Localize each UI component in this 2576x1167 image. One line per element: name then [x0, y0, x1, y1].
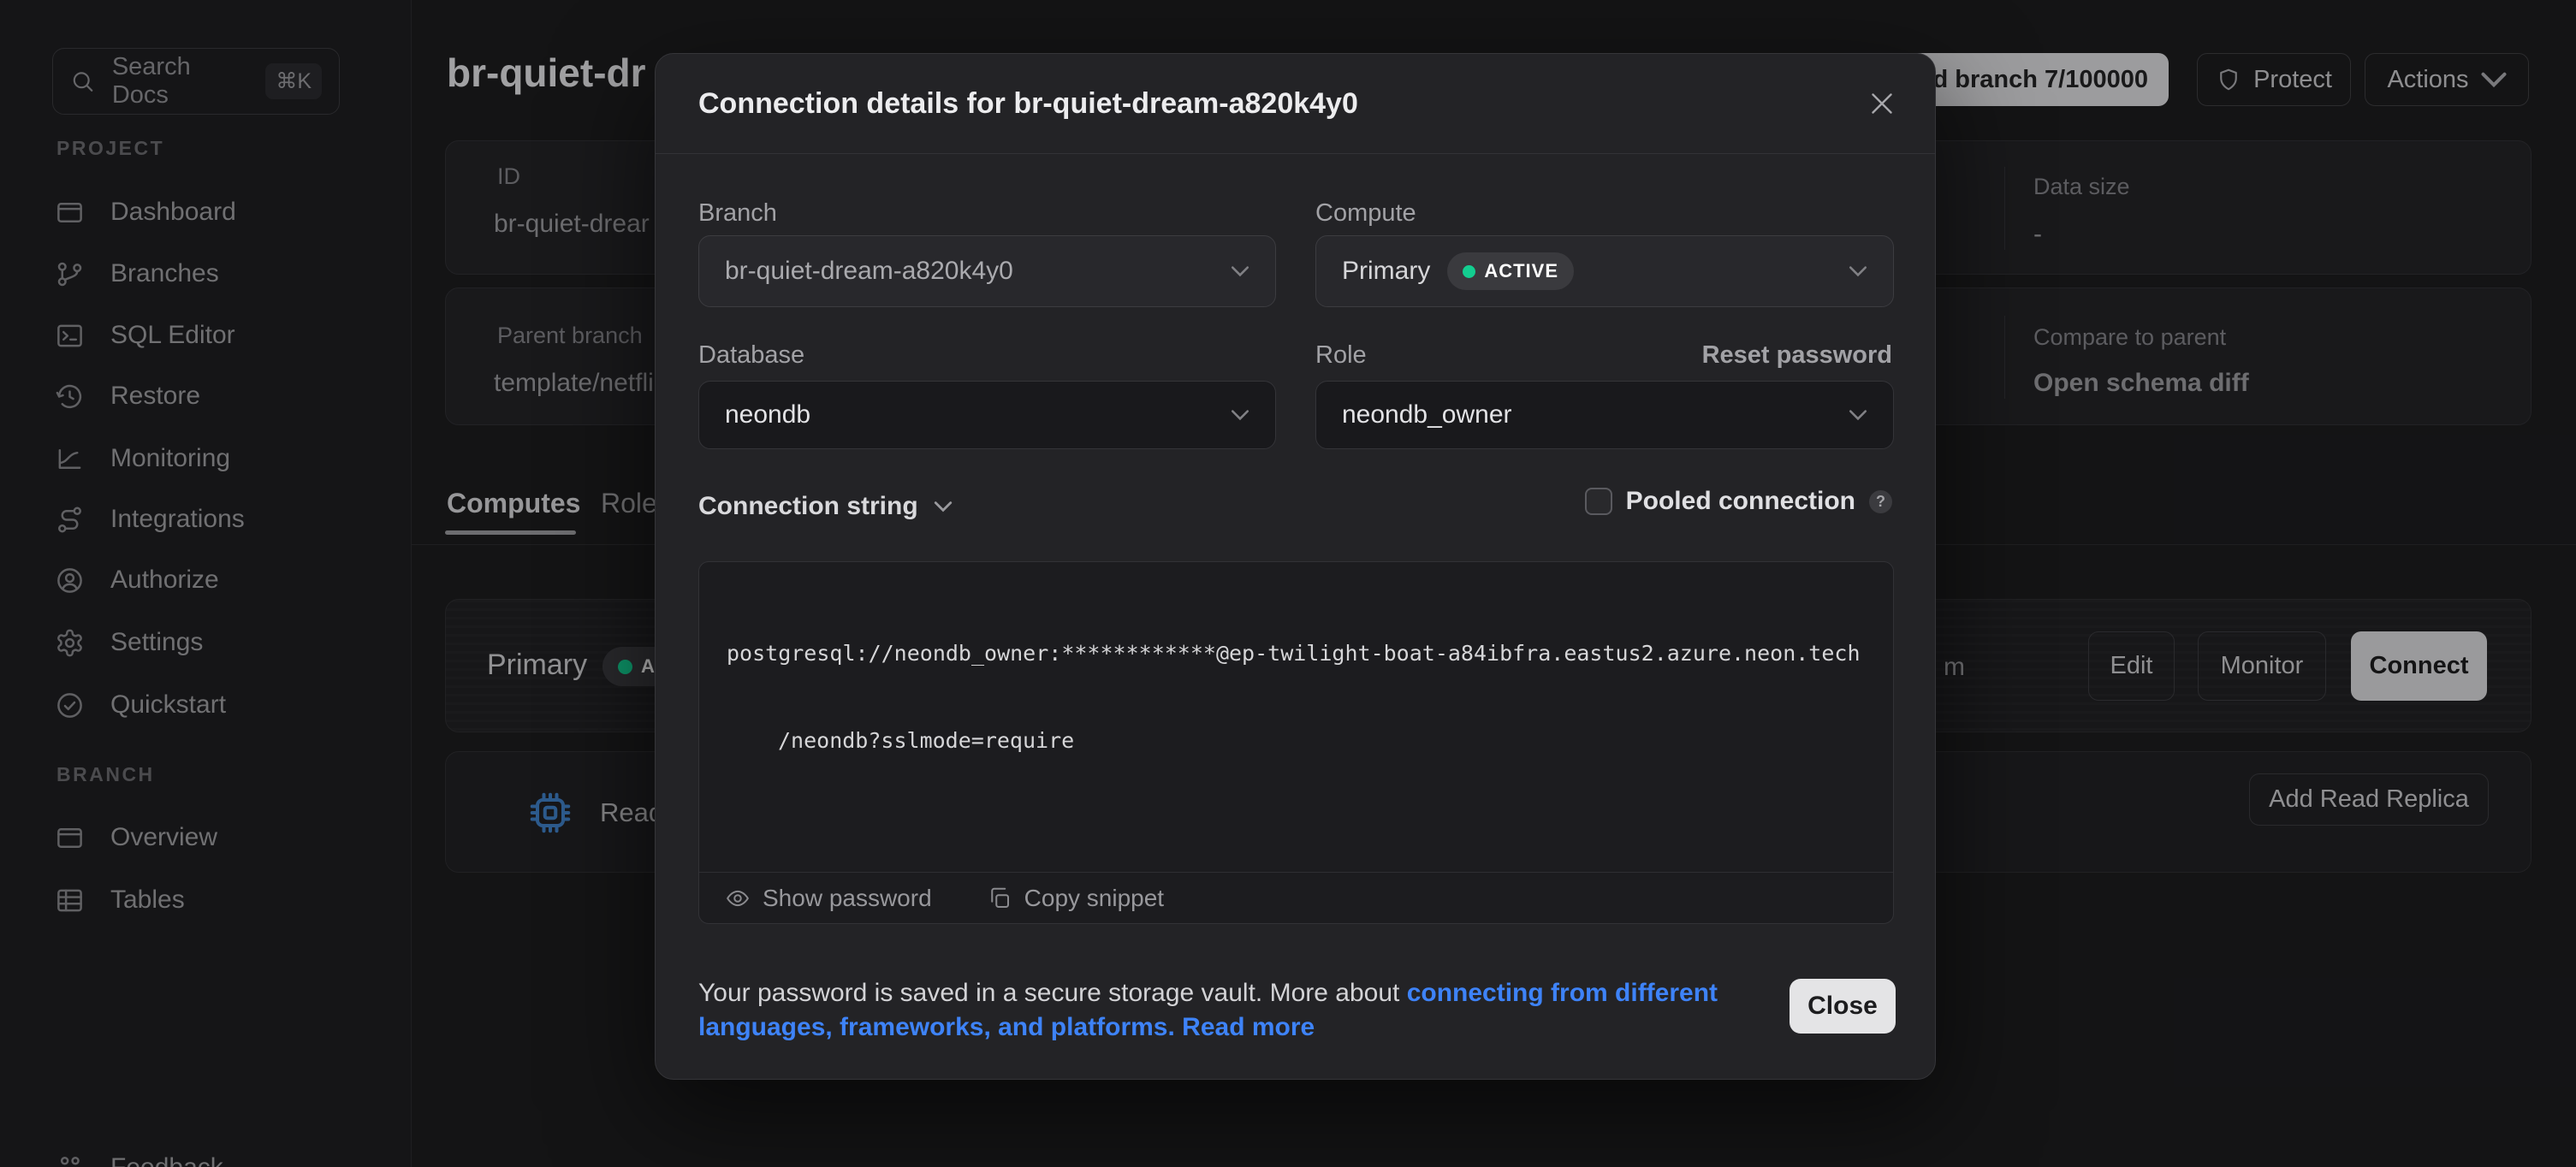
- active-dot-icon: [1463, 265, 1475, 278]
- chevron-down-icon: [934, 501, 953, 512]
- code-footer-bar: Show password Copy snippet: [699, 872, 1893, 923]
- copy-snippet-label: Copy snippet: [1024, 885, 1164, 912]
- connection-string-toggle[interactable]: Connection string: [698, 492, 953, 521]
- close-button[interactable]: Close: [1790, 979, 1896, 1034]
- role-select[interactable]: neondb_owner: [1315, 381, 1894, 449]
- eye-icon: [725, 886, 751, 911]
- vault-note-text: Your password is saved in a secure stora…: [698, 979, 1407, 1007]
- read-more-link[interactable]: Read more: [1182, 1013, 1315, 1041]
- database-select-value: neondb: [725, 400, 810, 429]
- copy-icon: [987, 886, 1012, 911]
- chevron-down-icon: [1231, 409, 1249, 421]
- database-label: Database: [698, 341, 804, 370]
- show-password-label: Show password: [763, 885, 932, 912]
- modal-header-divider: [656, 153, 1935, 154]
- chevron-down-icon: [1231, 265, 1249, 277]
- compute-label: Compute: [1315, 199, 1416, 228]
- reset-password-link[interactable]: Reset password: [1702, 341, 1892, 370]
- pooled-connection-label: Pooled connection: [1626, 487, 1855, 516]
- compute-select[interactable]: Primary ACTIVE: [1315, 235, 1894, 307]
- branch-select[interactable]: br-quiet-dream-a820k4y0: [698, 235, 1276, 307]
- connection-details-modal: Connection details for br-quiet-dream-a8…: [655, 53, 1936, 1080]
- show-password-button[interactable]: Show password: [725, 885, 932, 912]
- close-icon[interactable]: [1867, 88, 1897, 119]
- copy-snippet-button[interactable]: Copy snippet: [987, 885, 1164, 912]
- role-select-value: neondb_owner: [1342, 400, 1512, 429]
- role-label: Role: [1315, 341, 1367, 370]
- connection-string-label: Connection string: [698, 492, 918, 521]
- connection-string-block: postgresql://neondb_owner:************@e…: [698, 561, 1894, 924]
- connection-string-line1: postgresql://neondb_owner:************@e…: [727, 639, 1876, 668]
- chevron-down-icon: [1849, 409, 1867, 421]
- compute-status-badge: ACTIVE: [1447, 252, 1574, 290]
- help-icon[interactable]: ?: [1869, 490, 1892, 513]
- chevron-down-icon: [1849, 265, 1867, 277]
- branch-select-value: br-quiet-dream-a820k4y0: [725, 257, 1013, 286]
- pooled-connection-checkbox[interactable]: [1585, 488, 1612, 515]
- modal-title: Connection details for br-quiet-dream-a8…: [698, 54, 1358, 153]
- password-vault-note: Your password is saved in a secure stora…: [698, 976, 1725, 1045]
- pooled-connection-group: Pooled connection ?: [1585, 487, 1892, 516]
- connection-string-value[interactable]: postgresql://neondb_owner:************@e…: [727, 581, 1876, 814]
- compute-status-label: ACTIVE: [1484, 260, 1558, 282]
- compute-select-value: Primary: [1342, 257, 1430, 286]
- branch-label: Branch: [698, 199, 777, 228]
- database-select[interactable]: neondb: [698, 381, 1276, 449]
- connection-string-line2: /neondb?sslmode=require: [727, 726, 1876, 755]
